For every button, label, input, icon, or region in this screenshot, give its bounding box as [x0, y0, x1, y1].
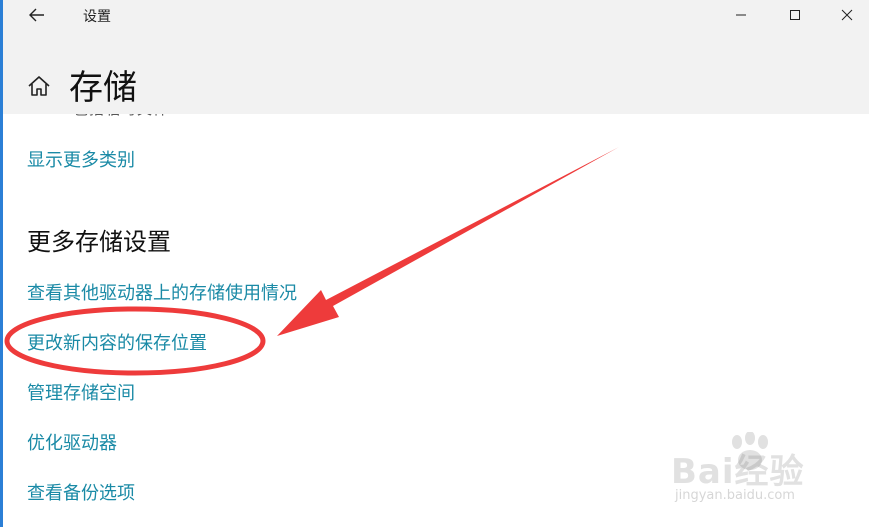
paw-icon [732, 432, 768, 470]
settings-window: 包括临时文件 显示更多类别 更多存储设置 查看其他驱动器上的存储使用情况 更改新… [0, 0, 869, 527]
header-bar: 设置 存储 [3, 0, 869, 114]
back-button[interactable] [17, 2, 57, 28]
view-backup-options-link[interactable]: 查看备份选项 [27, 479, 135, 505]
home-icon[interactable] [25, 72, 53, 100]
view-other-drives-link[interactable]: 查看其他驱动器上的存储使用情况 [27, 279, 297, 305]
minimize-icon [736, 14, 746, 16]
close-button[interactable] [821, 0, 869, 30]
back-arrow-icon [29, 8, 44, 22]
show-more-categories-link[interactable]: 显示更多类别 [27, 146, 135, 172]
maximize-icon [790, 10, 800, 20]
manage-storage-spaces-link[interactable]: 管理存储空间 [27, 379, 135, 405]
page-title: 存储 [69, 68, 137, 108]
watermark-url: jingyan.baidu.com [675, 488, 795, 503]
section-heading-more-storage: 更多存储设置 [27, 228, 171, 256]
close-icon [841, 9, 853, 21]
optimize-drives-link[interactable]: 优化驱动器 [27, 429, 117, 455]
baidu-jingyan-watermark: Bai经验 jingyan.baidu.com [667, 432, 867, 522]
title-bar: 设置 [3, 0, 869, 30]
minimize-button[interactable] [715, 0, 767, 30]
app-title: 设置 [83, 9, 111, 25]
change-save-location-link[interactable]: 更改新内容的保存位置 [27, 329, 207, 355]
maximize-button[interactable] [769, 0, 821, 30]
